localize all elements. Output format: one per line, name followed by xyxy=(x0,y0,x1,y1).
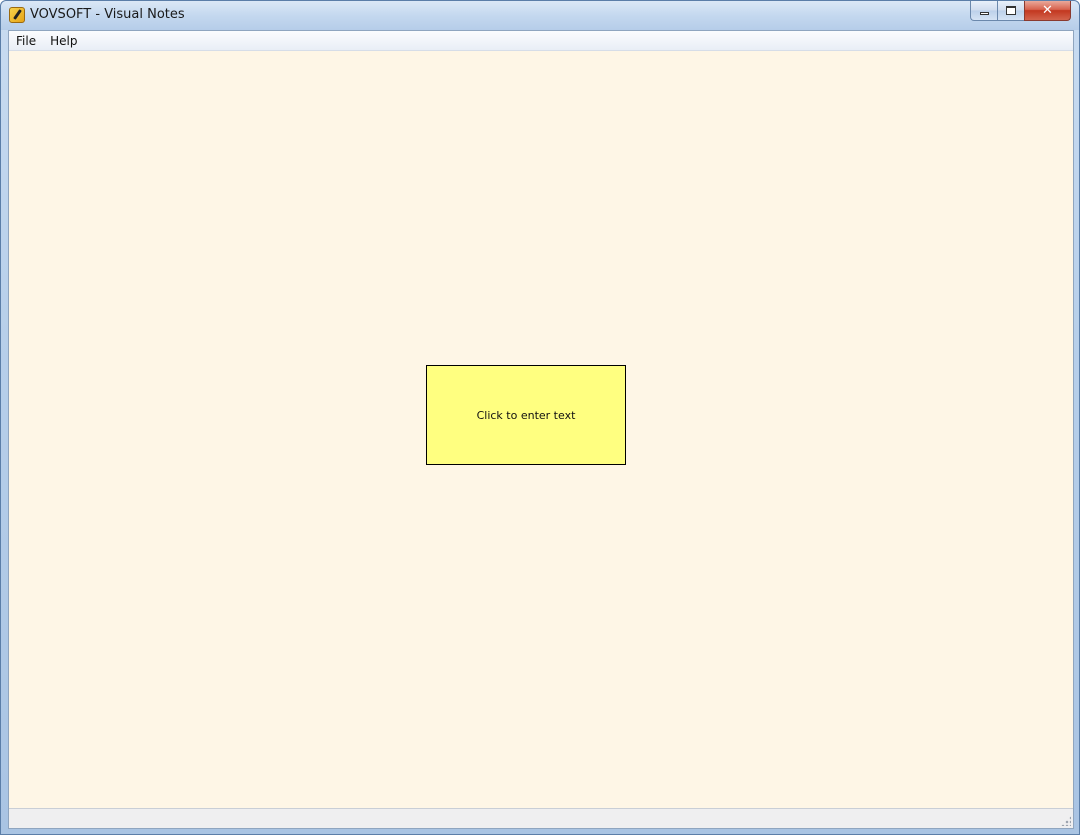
sticky-note[interactable]: Click to enter text xyxy=(426,365,626,465)
close-button[interactable]: ✕ xyxy=(1024,1,1071,21)
status-bar xyxy=(9,808,1073,828)
app-window: VOVSOFT - Visual Notes ✕ File Help Click… xyxy=(0,0,1080,835)
client-area: File Help Click to enter text xyxy=(8,30,1074,829)
menu-bar: File Help xyxy=(9,31,1073,51)
maximize-icon xyxy=(1006,6,1016,15)
title-bar[interactable]: VOVSOFT - Visual Notes ✕ xyxy=(1,1,1079,30)
note-placeholder-text[interactable]: Click to enter text xyxy=(477,409,576,422)
menu-file[interactable]: File xyxy=(9,31,43,51)
minimize-icon xyxy=(979,11,989,15)
pencil-notes-icon[interactable] xyxy=(9,7,25,23)
size-grip-icon[interactable] xyxy=(1061,816,1071,826)
caption-buttons: ✕ xyxy=(970,1,1071,21)
notes-canvas[interactable]: Click to enter text xyxy=(9,51,1073,809)
minimize-button[interactable] xyxy=(970,1,997,21)
menu-help[interactable]: Help xyxy=(43,31,84,51)
close-icon: ✕ xyxy=(1042,3,1053,18)
window-title: VOVSOFT - Visual Notes xyxy=(30,7,185,22)
maximize-button[interactable] xyxy=(997,1,1024,21)
